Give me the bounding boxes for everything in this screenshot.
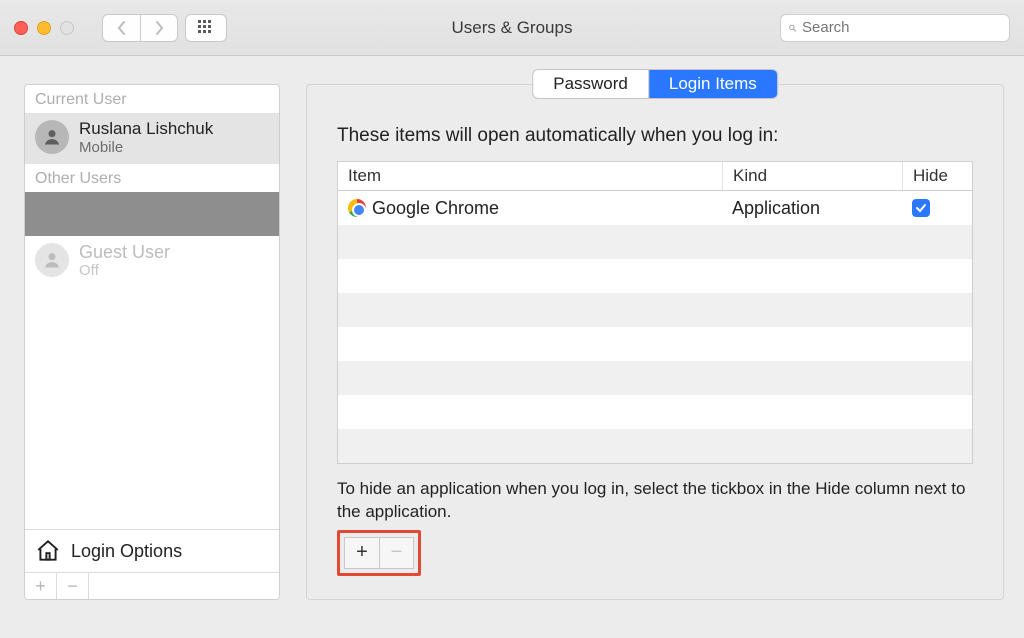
- current-user-header: Current User: [25, 85, 279, 113]
- login-options-button[interactable]: Login Options: [25, 529, 279, 572]
- table-header-row: Item Kind Hide: [338, 162, 972, 191]
- hide-checkbox[interactable]: [912, 199, 930, 217]
- column-hide[interactable]: Hide: [902, 162, 972, 190]
- remove-user-button[interactable]: −: [57, 573, 89, 599]
- nav-back-button[interactable]: [102, 14, 140, 42]
- table-body: Google Chrome Application: [338, 191, 972, 463]
- chevron-right-icon: [153, 21, 165, 35]
- table-row[interactable]: Google Chrome Application: [338, 191, 972, 225]
- chevron-left-icon: [116, 21, 128, 35]
- user-role: Mobile: [79, 139, 213, 156]
- users-sidebar: Current User Ruslana Lishchuk Mobile Oth…: [24, 84, 280, 600]
- login-items-table: Item Kind Hide Google Chrome Application: [337, 161, 973, 464]
- avatar: [35, 243, 69, 277]
- minimize-window-button[interactable]: [37, 21, 51, 35]
- remove-login-item-button[interactable]: −: [379, 538, 413, 568]
- house-icon: [35, 538, 61, 564]
- sidebar-item-other-user-selected[interactable]: [25, 192, 279, 236]
- table-row-empty: [338, 225, 972, 259]
- grid-icon: [198, 20, 214, 36]
- table-row-empty: [338, 361, 972, 395]
- add-remove-highlight: + −: [337, 530, 421, 576]
- show-all-prefs-button[interactable]: [185, 14, 227, 42]
- person-icon: [42, 127, 62, 147]
- login-options-label: Login Options: [71, 541, 182, 562]
- person-icon: [42, 250, 62, 270]
- traffic-lights: [14, 21, 74, 35]
- hide-hint-text: To hide an application when you log in, …: [337, 478, 973, 524]
- search-icon: [789, 21, 796, 35]
- close-window-button[interactable]: [14, 21, 28, 35]
- sidebar-footer: + −: [25, 572, 279, 599]
- table-row-empty: [338, 395, 972, 429]
- column-item[interactable]: Item: [338, 162, 722, 190]
- table-row-empty: [338, 327, 972, 361]
- search-input[interactable]: [802, 19, 1001, 36]
- nav-forward-button[interactable]: [140, 14, 178, 42]
- item-kind: Application: [722, 198, 902, 219]
- maximize-window-button[interactable]: [60, 21, 74, 35]
- avatar: [35, 120, 69, 154]
- tab-password[interactable]: Password: [533, 70, 649, 98]
- body-wrap: Current User Ruslana Lishchuk Mobile Oth…: [0, 56, 1024, 638]
- nav-group: [102, 14, 227, 42]
- user-role: Off: [79, 262, 170, 279]
- chrome-icon: [348, 199, 366, 217]
- table-row-empty: [338, 293, 972, 327]
- sidebar-item-current-user[interactable]: Ruslana Lishchuk Mobile: [25, 113, 279, 164]
- table-row-empty: [338, 259, 972, 293]
- user-name: Ruslana Lishchuk: [79, 119, 213, 139]
- add-user-button[interactable]: +: [25, 573, 57, 599]
- add-login-item-button[interactable]: +: [345, 538, 379, 568]
- other-users-header: Other Users: [25, 164, 279, 192]
- titlebar: Users & Groups: [0, 0, 1024, 56]
- sidebar-item-guest-user[interactable]: Guest User Off: [25, 236, 279, 288]
- tab-login-items[interactable]: Login Items: [649, 70, 777, 98]
- item-name: Google Chrome: [372, 198, 499, 219]
- user-name: Guest User: [79, 242, 170, 263]
- login-items-description: These items will open automatically when…: [337, 125, 973, 147]
- main-panel: Password Login Items These items will op…: [306, 84, 1004, 600]
- table-row-empty: [338, 429, 972, 463]
- search-field[interactable]: [780, 14, 1010, 42]
- tab-control: Password Login Items: [532, 69, 778, 99]
- column-kind[interactable]: Kind: [722, 162, 902, 190]
